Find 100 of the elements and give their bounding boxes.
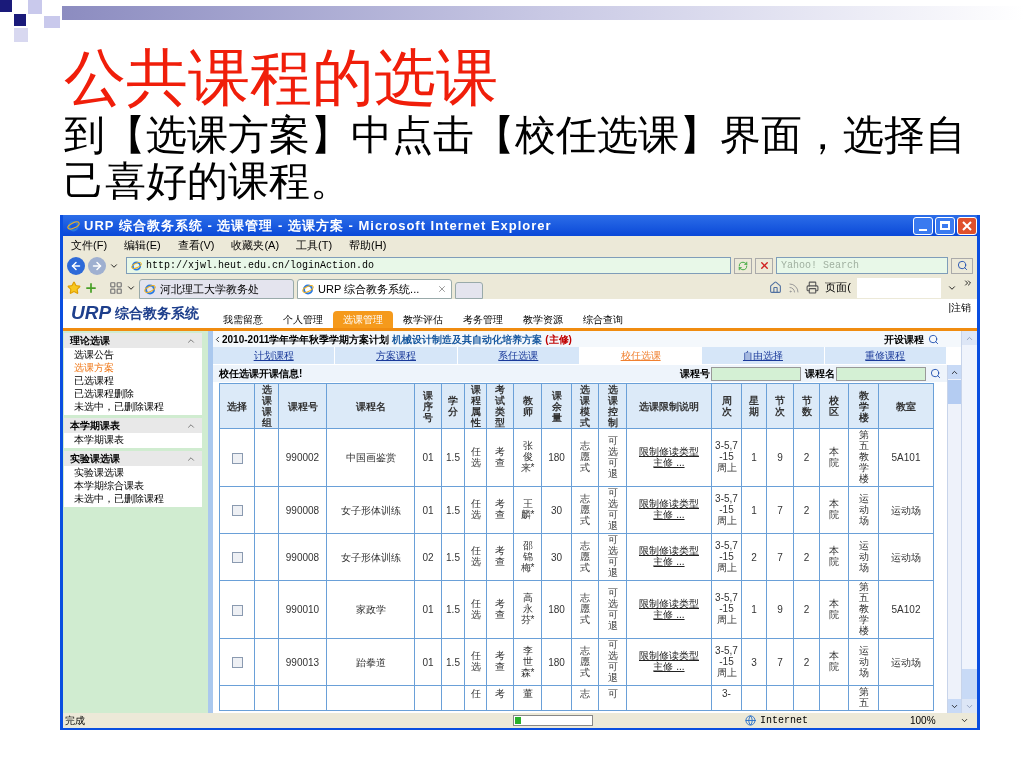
column-header: 教学楼 bbox=[848, 383, 879, 429]
home-icon[interactable] bbox=[769, 281, 783, 294]
table-cell: 志 bbox=[580, 688, 590, 699]
table-cell: 02 bbox=[422, 551, 434, 563]
search-button[interactable] bbox=[951, 257, 973, 274]
close-tab-icon[interactable] bbox=[437, 284, 447, 294]
row-checkbox[interactable] bbox=[231, 452, 243, 464]
column-header: 星期 bbox=[741, 383, 767, 429]
sidebar-item[interactable]: 选课公告 bbox=[64, 348, 202, 361]
table-cell: 第五教学楼 bbox=[858, 581, 869, 636]
search-icon[interactable] bbox=[930, 368, 941, 379]
sub-tab[interactable]: 系任选课 bbox=[457, 347, 580, 364]
course-number-field[interactable] bbox=[711, 366, 801, 381]
refresh-button[interactable] bbox=[734, 257, 752, 274]
menu-item[interactable]: 文件(F) bbox=[71, 237, 108, 254]
browser-tab[interactable]: 河北理工大学教务处 bbox=[139, 279, 294, 299]
sub-tab[interactable]: 自由选择 bbox=[702, 347, 825, 364]
menu-item[interactable]: 查看(V) bbox=[177, 237, 215, 254]
program-title: 机械设计制造及其自动化培养方案 bbox=[392, 332, 543, 347]
nav-tab[interactable]: 教学资源 bbox=[513, 311, 574, 328]
forward-icon bbox=[91, 259, 103, 272]
table-cell: 家政学 bbox=[355, 604, 386, 615]
new-tab-button[interactable] bbox=[455, 282, 483, 299]
column-header: 节次 bbox=[766, 383, 794, 429]
table-cell: 可选可退 bbox=[607, 434, 618, 479]
table-cell: 30 bbox=[550, 551, 563, 563]
row-checkbox[interactable] bbox=[231, 552, 243, 564]
table-cell: 990002 bbox=[285, 452, 320, 463]
scrollbar[interactable] bbox=[947, 365, 961, 713]
table-cell: 任选 bbox=[470, 597, 481, 620]
nav-tab[interactable]: 考务管理 bbox=[453, 311, 514, 328]
favorites-star-icon[interactable] bbox=[67, 280, 81, 295]
page-scrollbar[interactable] bbox=[961, 331, 977, 713]
sidebar-item[interactable]: 未选中，已删除课程 bbox=[64, 492, 202, 505]
row-checkbox[interactable] bbox=[231, 604, 243, 616]
search-icon bbox=[956, 260, 968, 271]
address-field[interactable]: http://xjwl.heut.edu.cn/loginAction.do bbox=[126, 257, 731, 274]
maximize-button[interactable] bbox=[935, 216, 955, 235]
menu-item[interactable]: 收藏夹(A) bbox=[231, 237, 280, 254]
window-title: URP 综合教务系统 - 选课管理 - 选课方案 - Microsoft Internet Explorer bbox=[84, 216, 552, 235]
sub-tab[interactable]: 重修课程 bbox=[824, 347, 947, 364]
row-checkbox[interactable] bbox=[231, 657, 243, 669]
column-header: 节数 bbox=[793, 383, 820, 429]
scroll-thumb[interactable] bbox=[962, 669, 977, 699]
table-cell: 2 bbox=[803, 604, 810, 615]
table-cell: 任选 bbox=[470, 445, 481, 468]
column-header: 周次 bbox=[711, 383, 742, 429]
dropdown-icon[interactable] bbox=[960, 716, 969, 725]
table-cell: 3-5,7-15周上 bbox=[714, 492, 739, 526]
collapse-sidebar-icon[interactable] bbox=[213, 334, 222, 344]
zoom-level[interactable]: 100% bbox=[910, 713, 960, 728]
slide-body: 到【选课方案】中点击【校任选课】界面，选择自己喜好的课程。 bbox=[64, 112, 967, 204]
sidebar-item[interactable]: 已选课程删除 bbox=[64, 387, 202, 400]
nav-tab[interactable]: 我需留意 bbox=[213, 311, 274, 328]
table-cell: 志愿式 bbox=[580, 440, 590, 473]
search-icon[interactable] bbox=[928, 333, 939, 345]
row-checkbox[interactable] bbox=[231, 505, 243, 517]
open-courses-label: 开设课程 bbox=[884, 332, 924, 347]
table-cell: 考查 bbox=[495, 650, 505, 672]
table-cell: 任选 bbox=[470, 498, 481, 520]
nav-tab[interactable]: 个人管理 bbox=[273, 311, 334, 328]
quick-tabs-icon[interactable] bbox=[109, 280, 123, 295]
column-header: 课序号 bbox=[414, 383, 442, 429]
search-field[interactable]: Yahoo! Search bbox=[776, 257, 948, 274]
menu-item[interactable]: 编辑(E) bbox=[124, 237, 161, 254]
menu-item[interactable]: 帮助(H) bbox=[349, 237, 387, 254]
nav-tab[interactable]: 综合查询 bbox=[573, 311, 634, 328]
sidebar-item[interactable]: 本学期综合课表 bbox=[64, 479, 202, 492]
back-button[interactable] bbox=[67, 256, 85, 275]
table-cell: 运动场 bbox=[891, 656, 921, 668]
table-cell: 女子形体训练 bbox=[340, 551, 401, 563]
browser-tab[interactable]: URP 综合教务系统... bbox=[297, 279, 452, 299]
menu-item[interactable]: 工具(T) bbox=[296, 237, 333, 254]
minimize-button[interactable] bbox=[913, 216, 933, 235]
sidebar-item[interactable]: 实验课选课 bbox=[64, 466, 202, 479]
course-name-field[interactable] bbox=[836, 366, 926, 381]
feeds-icon[interactable] bbox=[788, 281, 801, 294]
more-icon[interactable] bbox=[963, 277, 973, 288]
column-header: 校区 bbox=[819, 383, 849, 429]
table-cell: 01 bbox=[422, 452, 434, 463]
logout-link[interactable]: |注销 bbox=[948, 300, 971, 315]
sidebar-item[interactable]: 已选课程 bbox=[64, 374, 202, 387]
sidebar-item[interactable]: 本学期课表 bbox=[64, 433, 202, 446]
add-favorite-icon[interactable] bbox=[84, 280, 98, 295]
scroll-thumb[interactable] bbox=[948, 380, 961, 404]
nav-tab[interactable]: 教学评估 bbox=[393, 311, 454, 328]
close-button[interactable] bbox=[957, 216, 977, 235]
table-cell: 990013 bbox=[285, 656, 320, 668]
table-cell: 2 bbox=[803, 452, 810, 463]
stop-button[interactable] bbox=[755, 257, 773, 274]
print-icon[interactable] bbox=[806, 281, 820, 294]
table-cell: 第五 bbox=[858, 686, 869, 708]
sub-tab[interactable]: 方案课程 bbox=[335, 347, 458, 364]
table-cell: 考查 bbox=[495, 545, 505, 567]
site-name: 综合教务系统 bbox=[115, 304, 200, 323]
table-cell: 董 bbox=[522, 688, 533, 699]
page-menu[interactable]: 页面( bbox=[825, 279, 851, 296]
column-header: 选课限制说明 bbox=[626, 383, 712, 429]
sidebar-item[interactable]: 未选中，已删除课程 bbox=[64, 400, 202, 413]
sub-tab[interactable]: 计划课程 bbox=[213, 347, 336, 364]
